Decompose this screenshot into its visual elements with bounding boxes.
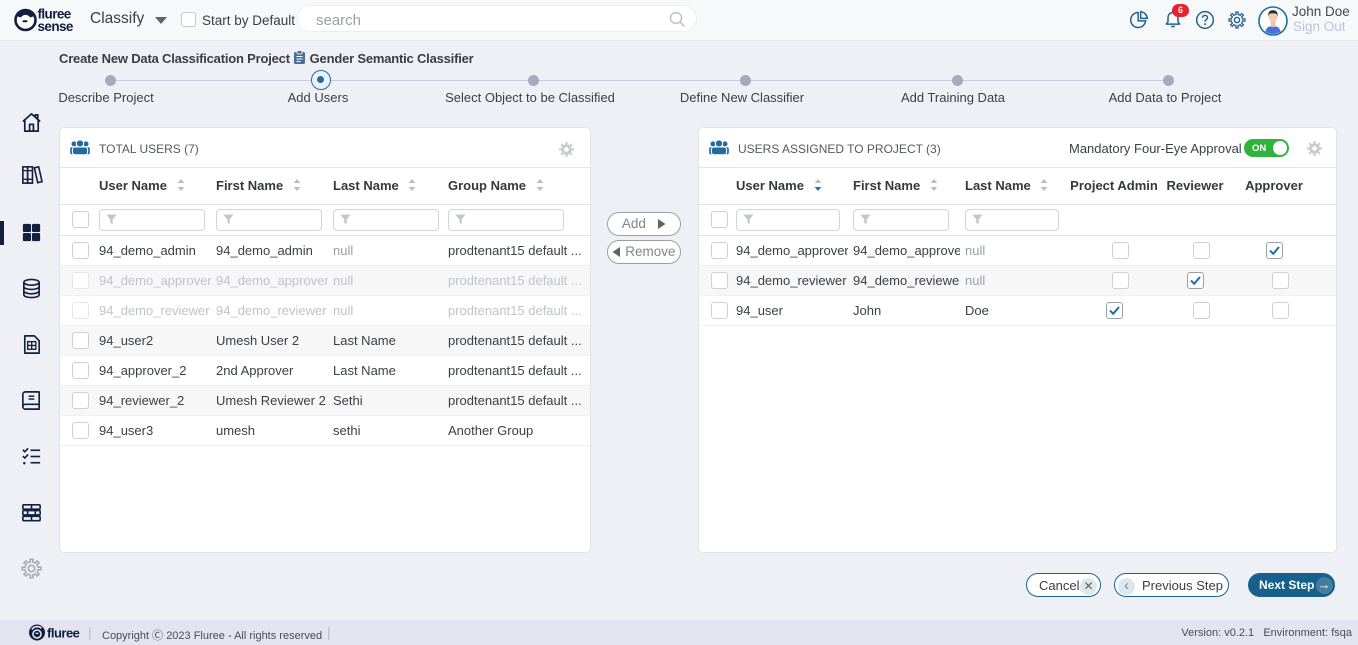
svg-text:sense: sense xyxy=(38,19,74,34)
svg-text:fluree: fluree xyxy=(47,626,80,641)
